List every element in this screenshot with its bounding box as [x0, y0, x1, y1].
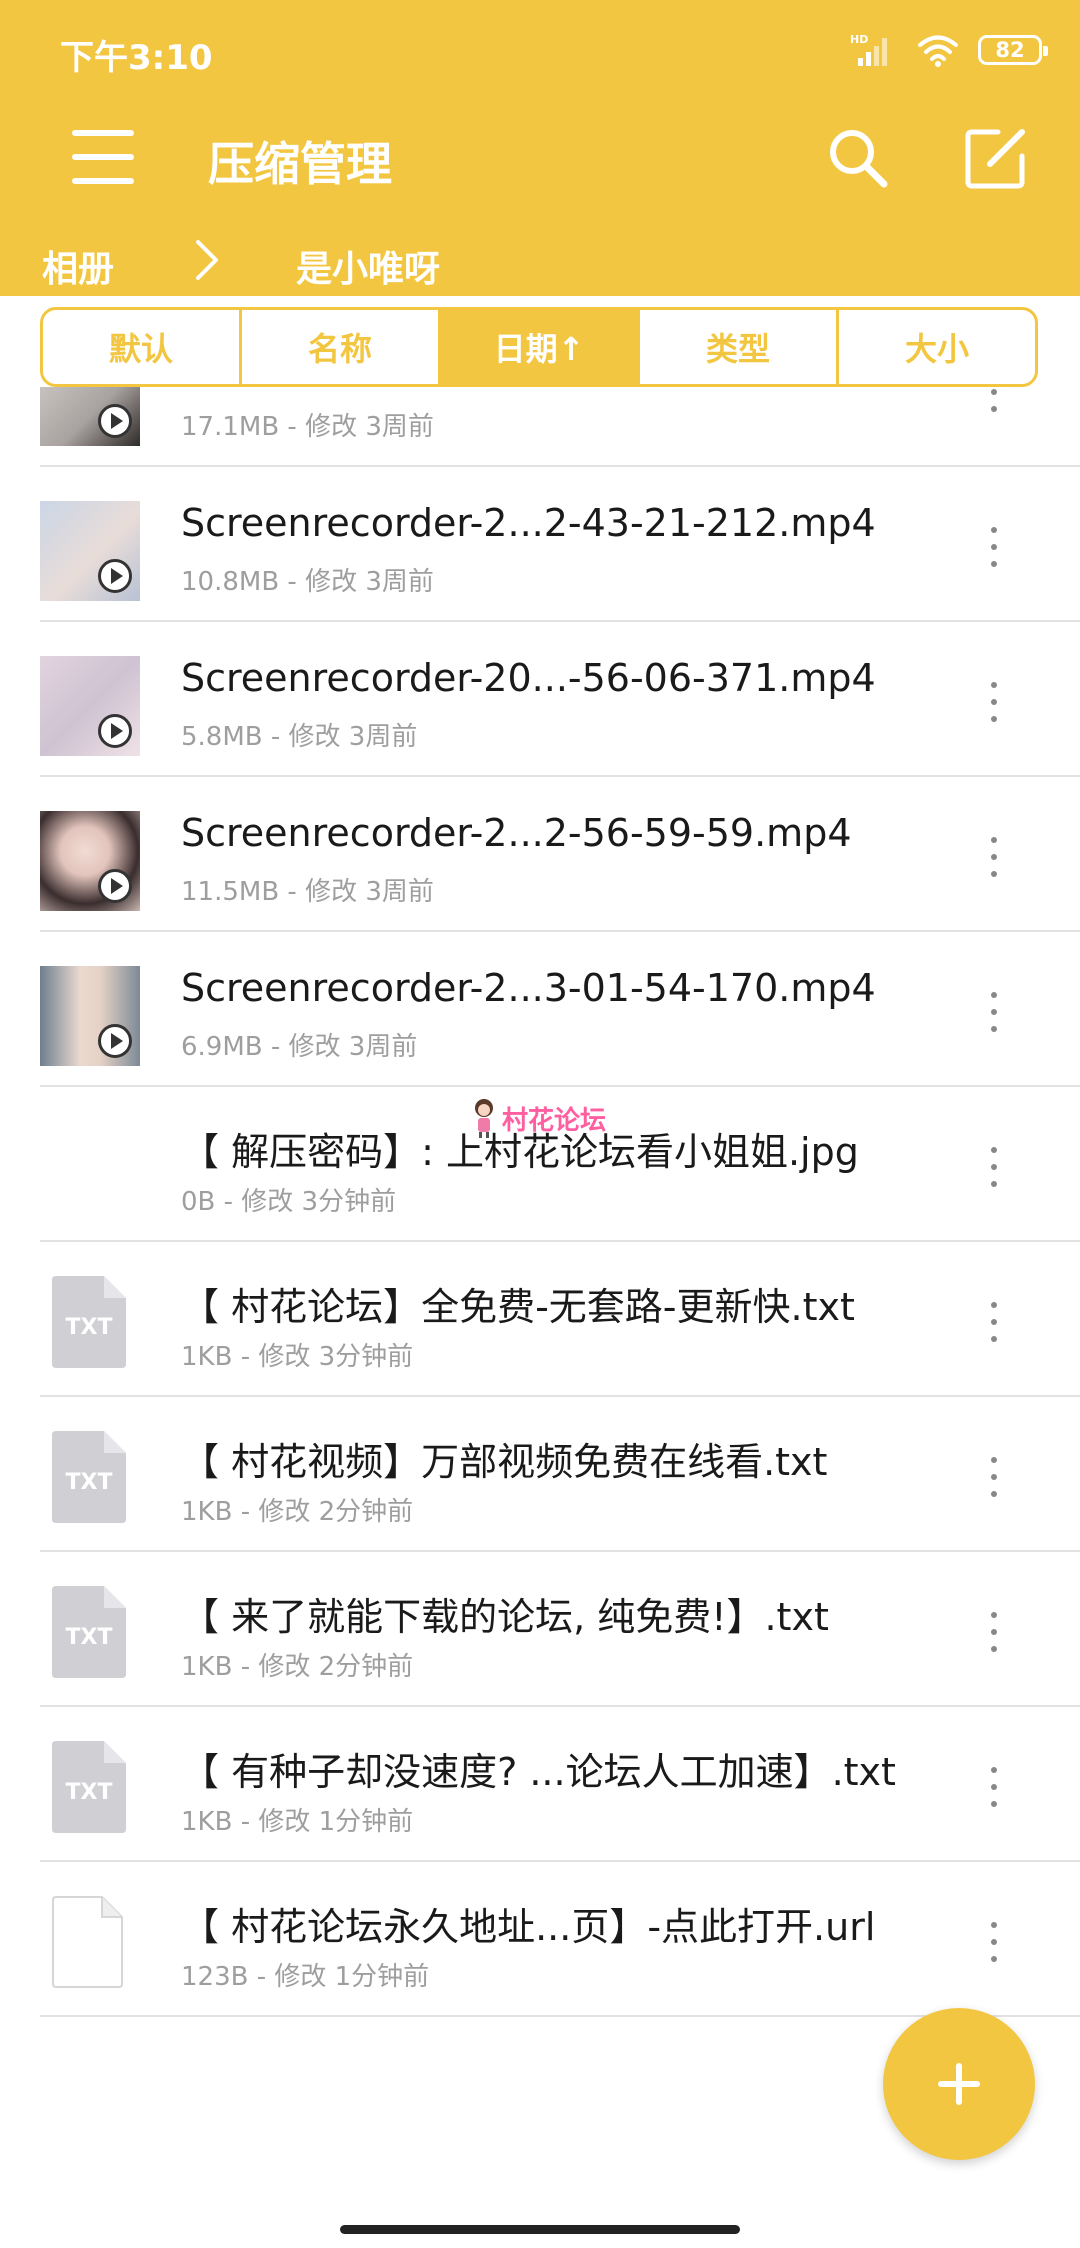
file-name: 【 村花视频】万部视频免费在线看.txt: [181, 1440, 828, 1484]
file-row[interactable]: 17.1MB - 修改 3周前: [40, 387, 1080, 467]
app-bar: 下午3:10 HD 82 压缩管理 相册 是小唯呀: [0, 0, 1080, 296]
more-options-icon[interactable]: [984, 1767, 1004, 1807]
sort-tab-type[interactable]: 类型: [640, 310, 839, 384]
file-meta: 0B - 修改 3分钟前: [181, 1187, 397, 1217]
add-button[interactable]: [883, 2008, 1035, 2160]
more-options-icon[interactable]: [984, 387, 1004, 412]
svg-text:TXT: TXT: [66, 1780, 113, 1805]
more-options-icon[interactable]: [984, 682, 1004, 722]
document-icon: [52, 1896, 123, 1988]
watermark: 村花论坛: [470, 1098, 606, 1138]
file-row[interactable]: TXT 【 来了就能下载的论坛, 纯免费!】.txt 1KB - 修改 2分钟前: [40, 1552, 1080, 1707]
watermark-text: 村花论坛: [502, 1105, 607, 1136]
video-thumbnail: [40, 387, 140, 446]
svg-text:TXT: TXT: [66, 1625, 113, 1650]
video-thumbnail: [40, 966, 140, 1066]
file-row[interactable]: TXT 【 村花视频】万部视频免费在线看.txt 1KB - 修改 2分钟前: [40, 1397, 1080, 1552]
file-meta: 1KB - 修改 1分钟前: [181, 1807, 414, 1837]
play-icon: [98, 1024, 132, 1058]
status-time: 下午3:10: [60, 38, 213, 78]
file-meta: 6.9MB - 修改 3周前: [181, 1032, 418, 1062]
file-name: Screenrecorder-2...3-01-54-170.mp4: [181, 966, 876, 1010]
file-meta: 17.1MB - 修改 3周前: [181, 412, 434, 442]
svg-text:TXT: TXT: [66, 1470, 113, 1495]
more-options-icon[interactable]: [984, 1147, 1004, 1187]
file-meta: 10.8MB - 修改 3周前: [181, 567, 434, 597]
breadcrumb-root[interactable]: 相册: [42, 240, 114, 292]
txt-file-icon: TXT: [52, 1431, 126, 1523]
more-options-icon[interactable]: [984, 1612, 1004, 1652]
wifi-icon: [918, 35, 958, 67]
gesture-nav-handle[interactable]: [340, 2225, 740, 2234]
file-row[interactable]: 【 村花论坛永久地址...页】-点此打开.url 123B - 修改 1分钟前: [40, 1862, 1080, 2017]
play-icon: [98, 559, 132, 593]
more-options-icon[interactable]: [984, 527, 1004, 567]
more-options-icon[interactable]: [984, 837, 1004, 877]
file-name: Screenrecorder-2...2-43-21-212.mp4: [181, 501, 876, 545]
file-name: 【 有种子却没速度? ...论坛人工加速】.txt: [181, 1750, 896, 1794]
play-icon: [98, 404, 132, 438]
network-type-label: HD: [850, 33, 868, 46]
video-thumbnail: [40, 656, 140, 756]
file-name: 【 村花论坛永久地址...页】-点此打开.url: [181, 1905, 876, 1949]
sort-tab-size[interactable]: 大小: [839, 310, 1035, 384]
sort-tab-default[interactable]: 默认: [43, 310, 242, 384]
chevron-right-icon: [196, 240, 218, 280]
sort-tab-date[interactable]: 日期↑: [441, 310, 640, 384]
edit-icon[interactable]: [964, 126, 1028, 190]
file-row[interactable]: TXT 【 村花论坛】全免费-无套路-更新快.txt 1KB - 修改 3分钟前: [40, 1242, 1080, 1397]
file-meta: 123B - 修改 1分钟前: [181, 1962, 430, 1992]
file-name: Screenrecorder-20...-56-06-371.mp4: [181, 656, 876, 700]
txt-file-icon: TXT: [52, 1741, 126, 1833]
file-row[interactable]: Screenrecorder-20...-56-06-371.mp4 5.8MB…: [40, 622, 1080, 777]
file-meta: 1KB - 修改 2分钟前: [181, 1497, 414, 1527]
sort-tabs: 默认 名称 日期↑ 类型 大小: [40, 307, 1038, 387]
battery-indicator: 82: [978, 35, 1048, 65]
search-icon[interactable]: [826, 126, 890, 190]
cartoon-girl-icon: [475, 1099, 493, 1138]
play-icon: [98, 869, 132, 903]
file-name: 【 来了就能下载的论坛, 纯免费!】.txt: [181, 1595, 829, 1639]
file-name: 【 村花论坛】全免费-无套路-更新快.txt: [181, 1285, 855, 1329]
plus-icon: [938, 2063, 980, 2105]
file-row[interactable]: Screenrecorder-2...2-56-59-59.mp4 11.5MB…: [40, 777, 1080, 932]
file-list: 17.1MB - 修改 3周前 Screenrecorder-2...2-43-…: [0, 387, 1080, 2047]
menu-icon[interactable]: [72, 126, 134, 188]
page-title: 压缩管理: [208, 137, 392, 191]
more-options-icon[interactable]: [984, 1922, 1004, 1962]
more-options-icon[interactable]: [984, 992, 1004, 1032]
txt-file-icon: TXT: [52, 1586, 126, 1678]
file-name: Screenrecorder-2...2-56-59-59.mp4: [181, 811, 852, 855]
cellular-signal-icon: HD: [850, 33, 887, 66]
sort-tab-name[interactable]: 名称: [242, 310, 441, 384]
file-row[interactable]: Screenrecorder-2...2-43-21-212.mp4 10.8M…: [40, 467, 1080, 622]
status-icons: HD 82: [850, 30, 1048, 70]
file-meta: 1KB - 修改 2分钟前: [181, 1652, 414, 1682]
more-options-icon[interactable]: [984, 1457, 1004, 1497]
more-options-icon[interactable]: [984, 1302, 1004, 1342]
file-meta: 5.8MB - 修改 3周前: [181, 722, 418, 752]
file-meta: 11.5MB - 修改 3周前: [181, 877, 434, 907]
file-meta: 1KB - 修改 3分钟前: [181, 1342, 414, 1372]
video-thumbnail: [40, 501, 140, 601]
play-icon: [98, 714, 132, 748]
file-row[interactable]: Screenrecorder-2...3-01-54-170.mp4 6.9MB…: [40, 932, 1080, 1087]
svg-text:TXT: TXT: [66, 1315, 113, 1340]
txt-file-icon: TXT: [52, 1276, 126, 1368]
video-thumbnail: [40, 811, 140, 911]
breadcrumb-current[interactable]: 是小唯呀: [296, 240, 440, 292]
file-row[interactable]: TXT 【 有种子却没速度? ...论坛人工加速】.txt 1KB - 修改 1…: [40, 1707, 1080, 1862]
